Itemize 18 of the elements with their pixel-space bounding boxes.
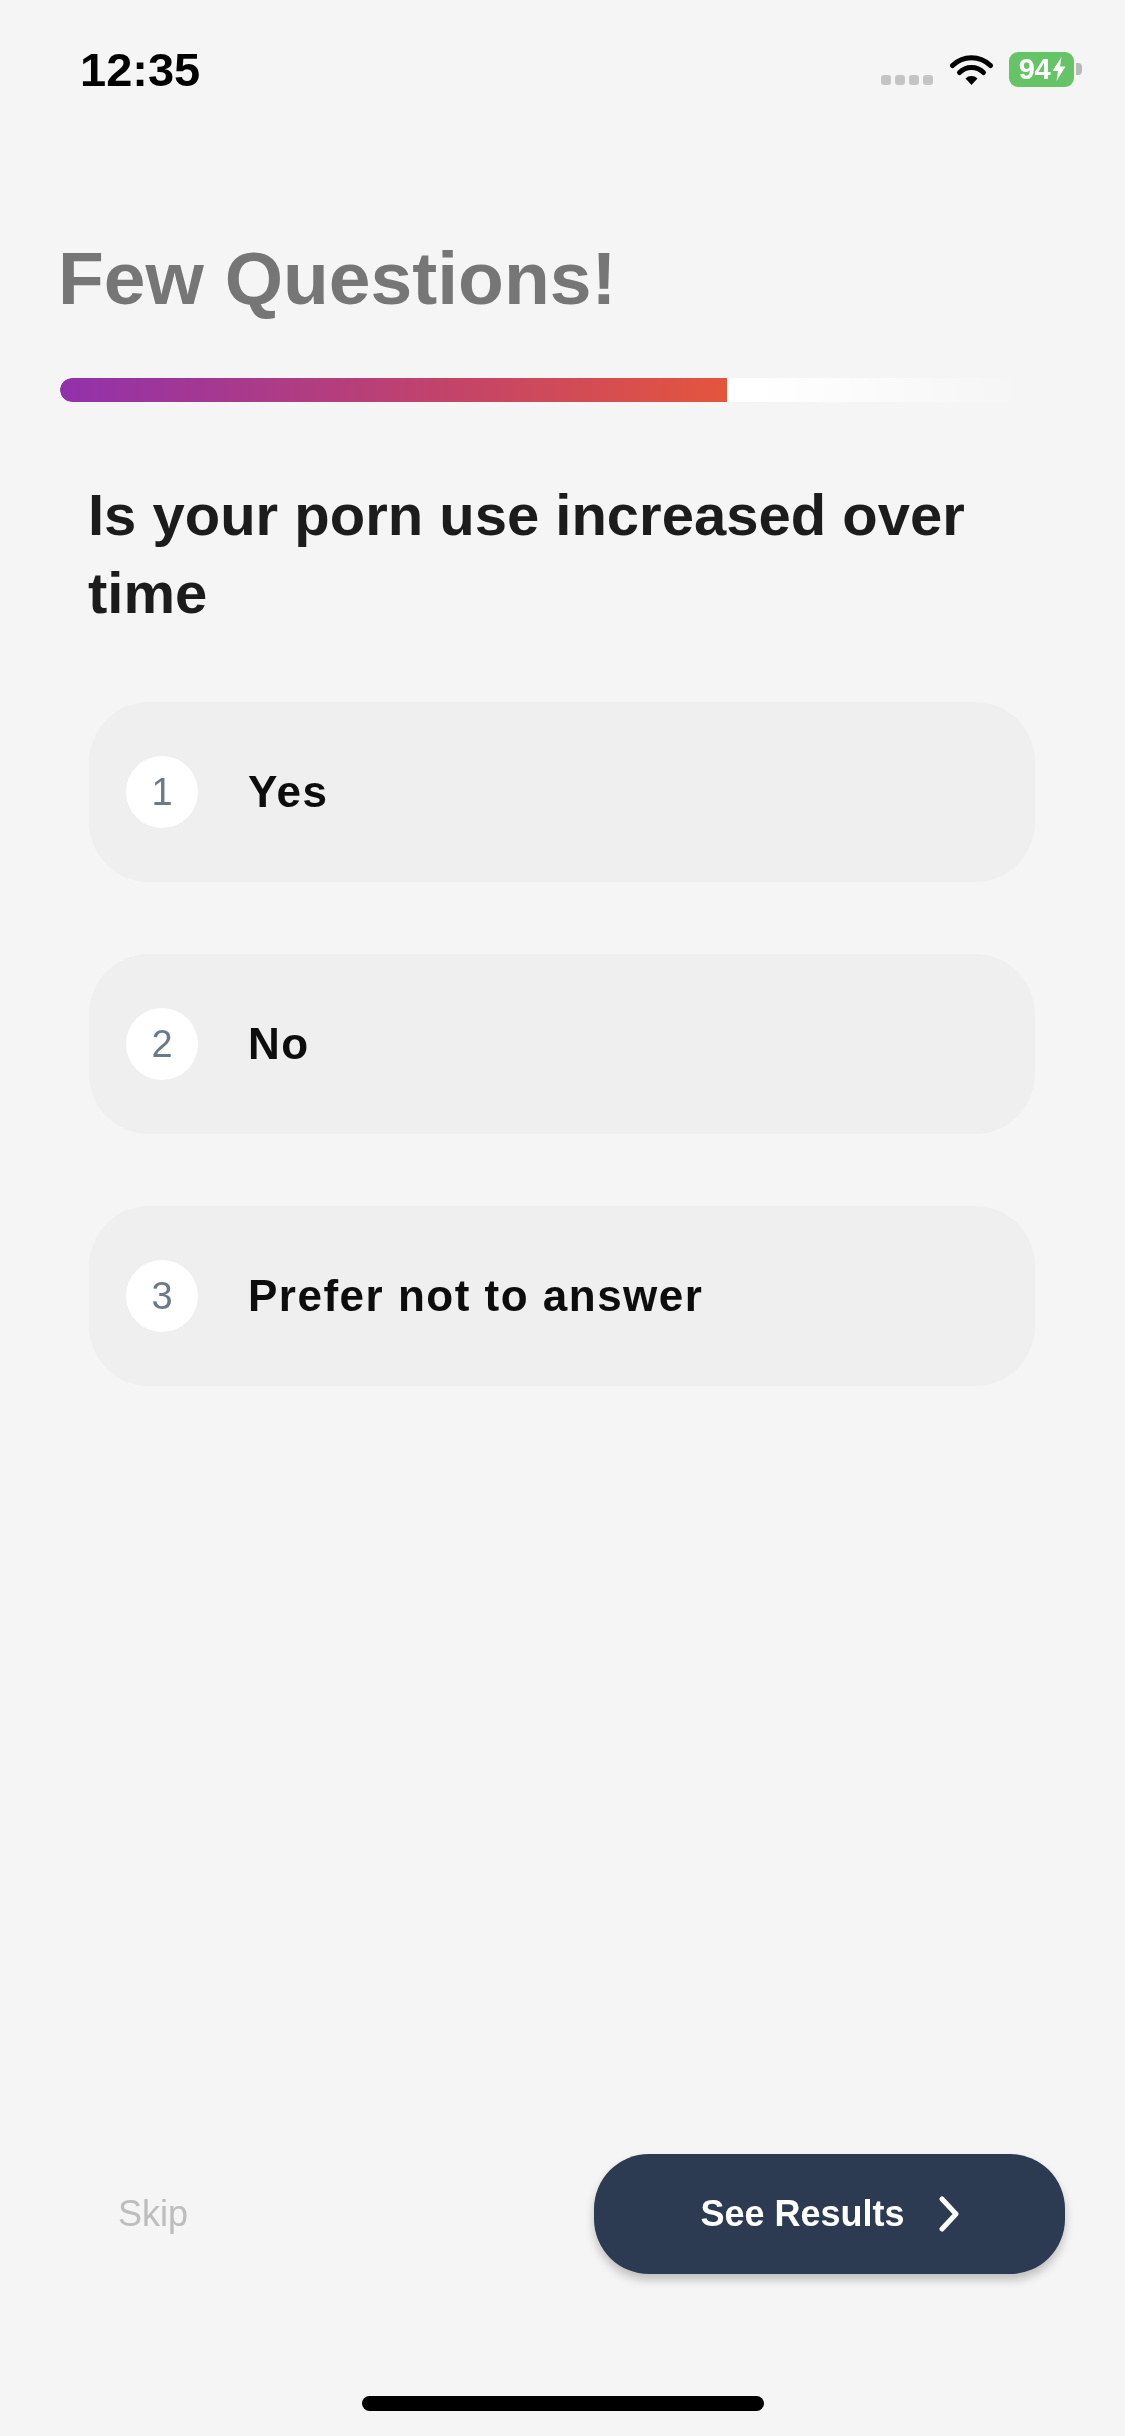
signal-dots-icon xyxy=(881,75,933,85)
option-label: No xyxy=(248,1017,310,1070)
battery-percent: 94 xyxy=(1018,54,1051,84)
answer-option[interactable]: 2 No xyxy=(89,954,1035,1134)
answer-option[interactable]: 1 Yes xyxy=(89,702,1035,882)
status-time: 12:35 xyxy=(80,45,201,93)
chevron-right-icon xyxy=(938,2196,959,2232)
page-title: Few Questions! xyxy=(58,235,617,322)
option-number: 1 xyxy=(126,756,198,828)
see-results-button[interactable]: See Results xyxy=(594,2154,1065,2274)
option-label: Yes xyxy=(248,765,329,818)
option-label: Prefer not to answer xyxy=(248,1269,704,1322)
question-text: Is your porn use increased over time xyxy=(88,481,966,627)
option-number: 2 xyxy=(126,1008,198,1080)
answer-option[interactable]: 3 Prefer not to answer xyxy=(89,1206,1035,1386)
battery-terminal xyxy=(1076,63,1082,75)
option-number: 3 xyxy=(126,1260,198,1332)
wifi-icon xyxy=(949,52,994,86)
